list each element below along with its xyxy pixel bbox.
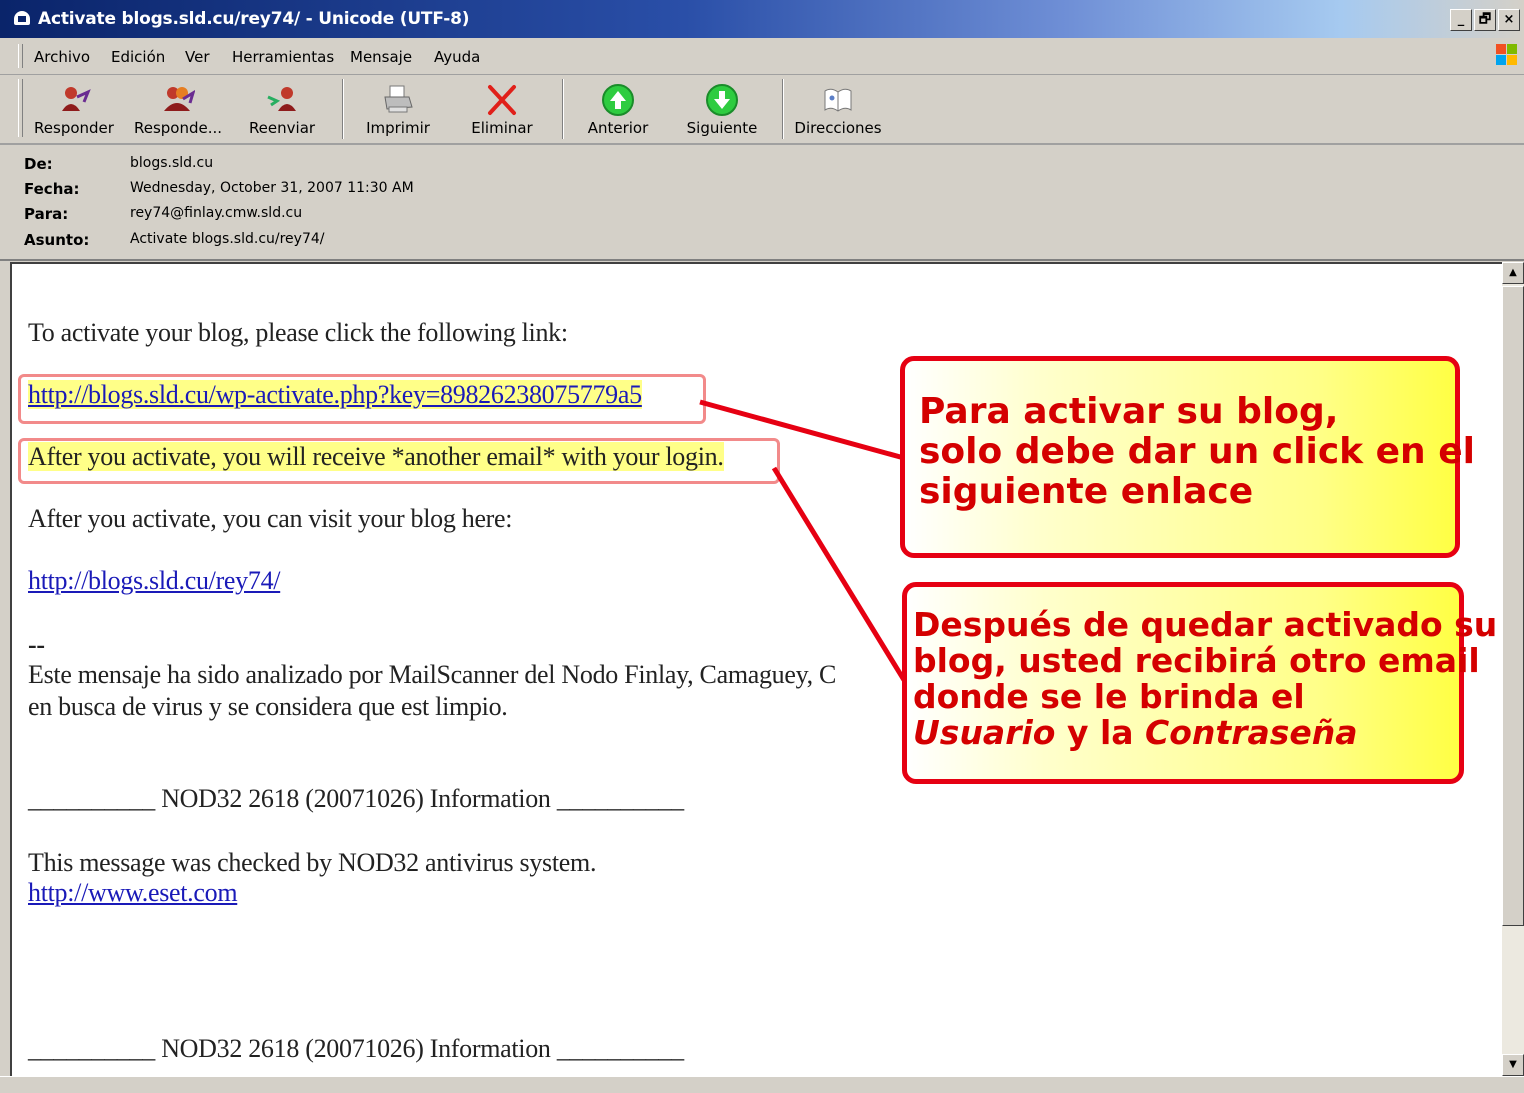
menu-grip[interactable] [18, 44, 23, 68]
callout-2-line-3: donde se le brinda el [913, 677, 1305, 716]
printer-icon [384, 85, 413, 113]
callout-1-line-3: siguiente enlace [919, 471, 1254, 512]
toolbar: Responder Responde... Reenviar Imprimir … [0, 75, 1524, 145]
scroll-up-button[interactable]: ▲ [1502, 262, 1524, 284]
print-button[interactable]: Imprimir [352, 77, 444, 141]
contrasena-text: Contraseña [1145, 713, 1358, 752]
close-button[interactable]: × [1498, 9, 1520, 31]
print-label: Imprimir [366, 119, 430, 137]
address-book-icon [824, 88, 852, 112]
usuario-text: Usuario [913, 713, 1056, 752]
forward-button[interactable]: Reenviar [236, 77, 328, 141]
header-date: Fecha: Wednesday, October 31, 2007 11:30… [24, 180, 724, 204]
from-label: De: [24, 155, 53, 173]
window-controls: _ 🗗 × [1450, 9, 1520, 31]
callout-2-line-1: Después de quedar activado su [913, 605, 1498, 644]
to-value: rey74@finlay.cmw.sld.cu [130, 205, 303, 221]
callout-1-line-2: solo debe dar un click en el [919, 431, 1475, 472]
callout-1-line-1: Para activar su blog, [919, 391, 1339, 432]
message-headers: De: blogs.sld.cu Fecha: Wednesday, Octob… [0, 145, 1524, 261]
y-la-text: y la [1055, 713, 1146, 752]
callout-2-line-4: Usuario y la Contraseña [913, 713, 1358, 752]
reply-button[interactable]: Responder [28, 77, 120, 141]
delete-icon [488, 85, 516, 115]
toolbar-separator [782, 79, 784, 139]
reply-all-label: Responde... [133, 119, 223, 137]
next-icon [706, 84, 738, 116]
to-label: Para: [24, 205, 69, 223]
date-label: Fecha: [24, 180, 80, 198]
callout-login-info: Después de quedar activado su blog, uste… [902, 582, 1497, 784]
header-from: De: blogs.sld.cu [24, 155, 724, 179]
reply-all-button[interactable]: Responde... [128, 77, 228, 141]
toolbar-grip[interactable] [18, 79, 23, 137]
minimize-button[interactable]: _ [1450, 9, 1472, 31]
subject-label: Asunto: [24, 231, 90, 249]
previous-label: Anterior [587, 119, 649, 137]
reply-all-icon [164, 87, 195, 111]
windows-logo-icon [1496, 44, 1518, 66]
menu-mensaje[interactable]: Mensaje [350, 48, 412, 66]
status-bar [0, 1076, 1524, 1093]
address-book-button[interactable]: Direcciones [790, 77, 886, 141]
menu-archivo[interactable]: Archivo [34, 48, 90, 66]
connector-line-2 [771, 466, 907, 682]
callout-activate: Para activar su blog, solo debe dar un c… [900, 356, 1475, 558]
delete-label: Eliminar [471, 119, 533, 137]
forward-label: Reenviar [248, 119, 316, 137]
menu-ayuda[interactable]: Ayuda [434, 48, 480, 66]
previous-icon [602, 84, 634, 116]
next-button[interactable]: Siguiente [676, 77, 768, 141]
toolbar-separator [562, 79, 564, 139]
menu-ver[interactable]: Ver [185, 48, 210, 66]
next-label: Siguiente [686, 119, 758, 137]
scroll-down-button[interactable]: ▼ [1502, 1054, 1524, 1076]
toolbar-separator [342, 79, 344, 139]
reply-icon [62, 87, 91, 111]
connector-line-1 [699, 399, 905, 461]
title-bar[interactable]: Activate blogs.sld.cu/rey74/ - Unicode (… [0, 0, 1524, 38]
vertical-scrollbar[interactable]: ▲ ▼ [1502, 262, 1524, 1076]
menu-herramientas[interactable]: Herramientas [232, 48, 334, 66]
maximize-button[interactable]: 🗗 [1474, 9, 1496, 31]
header-to: Para: rey74@finlay.cmw.sld.cu [24, 205, 724, 229]
menu-bar: Archivo Edición Ver Herramientas Mensaje… [0, 38, 1524, 75]
previous-button[interactable]: Anterior [572, 77, 664, 141]
subject-value: Activate blogs.sld.cu/rey74/ [130, 231, 325, 247]
message-body: To activate your blog, please click the … [10, 262, 1504, 1078]
address-book-label: Direcciones [794, 119, 882, 137]
window-title: Activate blogs.sld.cu/rey74/ - Unicode (… [38, 9, 470, 29]
header-subject: Asunto: Activate blogs.sld.cu/rey74/ [24, 231, 724, 255]
menu-edicion[interactable]: Edición [111, 48, 165, 66]
reply-label: Responder [34, 119, 114, 137]
delete-button[interactable]: Eliminar [456, 77, 548, 141]
callout-2-line-2: blog, usted recibirá otro email [913, 641, 1480, 680]
forward-icon [267, 87, 296, 111]
scroll-thumb[interactable] [1502, 286, 1524, 926]
from-value: blogs.sld.cu [130, 155, 214, 171]
mail-app-icon [14, 11, 30, 25]
date-value: Wednesday, October 31, 2007 11:30 AM [130, 180, 414, 196]
